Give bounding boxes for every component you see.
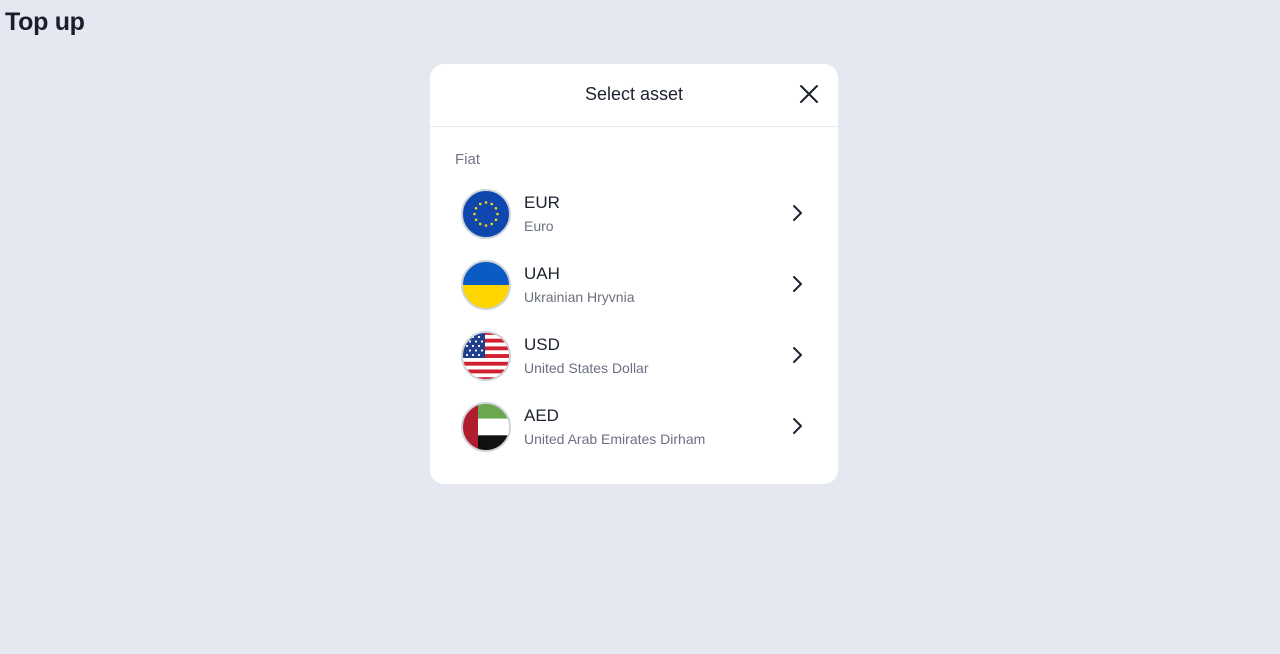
section-label-fiat: Fiat xyxy=(455,151,481,168)
close-icon xyxy=(800,85,818,103)
asset-code: EUR xyxy=(524,193,560,212)
asset-name: Euro xyxy=(524,218,554,234)
asset-code: USD xyxy=(524,335,560,354)
modal-title: Select asset xyxy=(584,84,684,104)
close-button[interactable] xyxy=(798,83,820,105)
chevron-right-icon xyxy=(793,276,802,292)
asset-name: Ukrainian Hryvnia xyxy=(524,289,635,305)
chevron-right-icon xyxy=(793,205,802,221)
asset-name: United Arab Emirates Dirham xyxy=(524,431,706,447)
asset-row-eur[interactable]: EUR Euro xyxy=(430,179,838,250)
select-asset-modal: Select asset Fiat EUR Euro UAH Ukrainian… xyxy=(430,64,838,484)
asset-code: UAH xyxy=(524,264,560,283)
asset-row-aed[interactable]: AED United Arab Emirates Dirham xyxy=(430,392,838,463)
page-title: Top up xyxy=(5,8,85,36)
eu-flag-icon xyxy=(461,189,511,239)
us-flag-icon xyxy=(461,331,511,381)
asset-list: EUR Euro UAH Ukrainian Hryvnia USD Unite… xyxy=(430,179,838,463)
asset-code: AED xyxy=(524,406,559,425)
modal-header: Select asset xyxy=(430,64,838,127)
asset-name: United States Dollar xyxy=(524,360,649,376)
uae-flag-icon xyxy=(461,402,511,452)
chevron-right-icon xyxy=(793,347,802,363)
asset-row-uah[interactable]: UAH Ukrainian Hryvnia xyxy=(430,250,838,321)
ukraine-flag-icon xyxy=(461,260,511,310)
asset-row-usd[interactable]: USD United States Dollar xyxy=(430,321,838,392)
chevron-right-icon xyxy=(793,418,802,434)
